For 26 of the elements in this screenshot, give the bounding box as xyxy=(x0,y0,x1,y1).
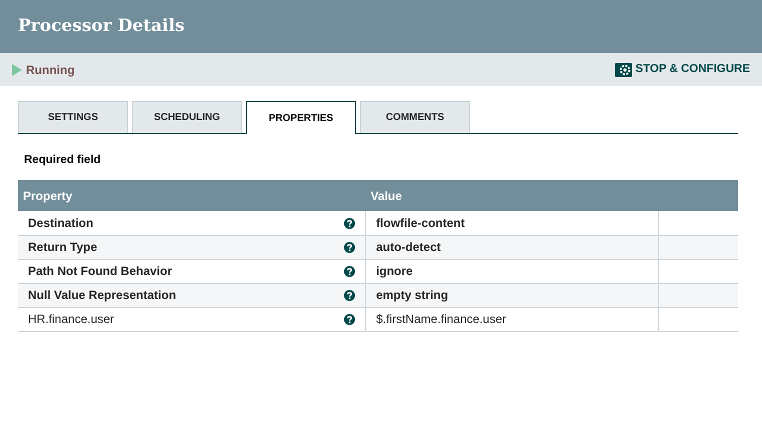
property-value[interactable]: $.firstName.finance.user xyxy=(376,312,506,326)
property-name: HR.finance.user xyxy=(28,311,114,328)
property-value[interactable]: ignore xyxy=(376,264,413,278)
tab[interactable]: SCHEDULING xyxy=(132,101,242,133)
property-name: Null Value Representation xyxy=(28,287,176,304)
help-icon[interactable] xyxy=(344,242,356,253)
column-header: Value xyxy=(366,180,738,212)
dialog-title: Processor Details xyxy=(18,16,185,37)
status-label: Running xyxy=(26,62,75,78)
tab[interactable]: PROPERTIES xyxy=(246,101,356,134)
property-value[interactable]: auto-detect xyxy=(376,240,441,254)
property-name: Return Type xyxy=(28,239,98,256)
tab[interactable]: SETTINGS xyxy=(18,101,128,133)
help-icon[interactable] xyxy=(344,290,356,301)
property-value[interactable]: flowfile-content xyxy=(376,216,465,230)
column-header: Property xyxy=(18,180,366,212)
help-icon[interactable] xyxy=(344,218,356,228)
gear-icon xyxy=(615,62,632,76)
property-name: Destination xyxy=(28,215,94,232)
stop-configure-button[interactable]: STOP & CONFIGURE xyxy=(615,60,750,78)
tab[interactable]: COMMENTS xyxy=(360,101,470,133)
help-icon[interactable] xyxy=(344,266,356,277)
property-name: Path Not Found Behavior xyxy=(28,263,172,280)
help-icon[interactable] xyxy=(344,314,356,325)
required-field-note: Required field xyxy=(24,153,102,168)
property-value[interactable]: empty string xyxy=(376,288,448,302)
